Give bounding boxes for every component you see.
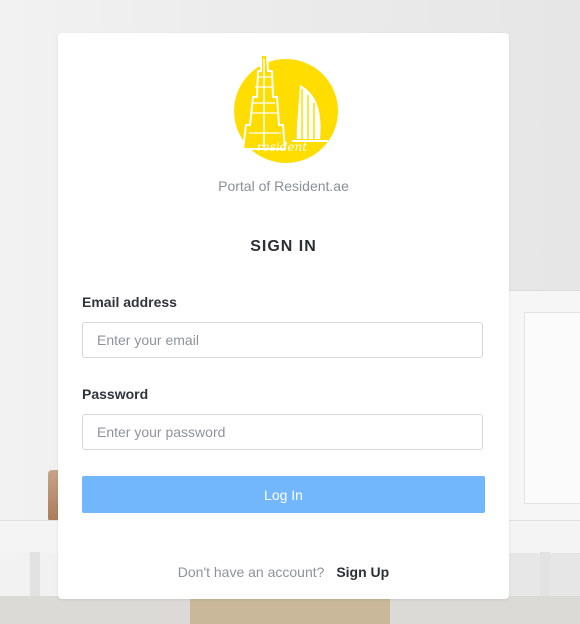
resident-logo: resident xyxy=(234,37,338,163)
login-button[interactable]: Log In xyxy=(82,476,485,513)
sign-in-card: resident Portal of Resident.ae SIGN IN E… xyxy=(58,33,509,599)
email-field[interactable] xyxy=(82,322,483,358)
portal-tagline: Portal of Resident.ae xyxy=(218,178,349,194)
signup-question: Don't have an account? xyxy=(177,564,325,580)
signup-prompt: Don't have an account? Sign Up xyxy=(58,564,509,580)
logo-wordmark: resident xyxy=(257,140,307,154)
page-title: SIGN IN xyxy=(250,238,317,255)
email-label: Email address xyxy=(82,294,177,310)
password-label: Password xyxy=(82,386,149,402)
password-field[interactable] xyxy=(82,414,483,450)
signup-link[interactable]: Sign Up xyxy=(336,564,389,580)
